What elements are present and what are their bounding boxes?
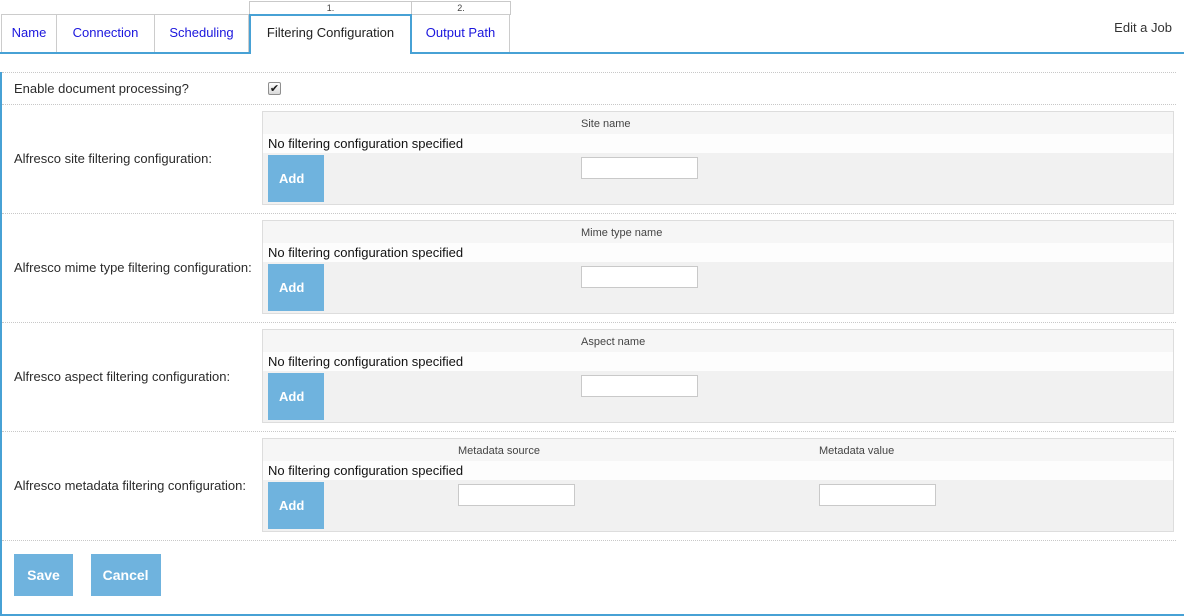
aspect-table-header: Aspect name	[263, 330, 1173, 352]
form-row-aspect-filtering: Alfresco aspect filtering configuration:…	[2, 323, 1176, 432]
form-actions: Save Cancel	[2, 541, 1176, 596]
site-filtering-label: Alfresco site filtering configuration:	[2, 151, 262, 166]
metadata-filtering-label: Alfresco metadata filtering configuratio…	[2, 478, 262, 493]
save-button[interactable]: Save	[14, 554, 73, 596]
form-row-enable-processing: Enable document processing? ✔	[2, 72, 1176, 105]
aspect-name-input[interactable]	[581, 375, 698, 397]
tab-strip: 1. 2. Name Connection Scheduling Filteri…	[0, 0, 1184, 54]
page-title: Edit a Job	[1114, 20, 1172, 35]
metadata-source-input[interactable]	[458, 484, 575, 506]
step-indicator-1: 1.	[249, 1, 412, 15]
tab-filtering-configuration[interactable]: Filtering Configuration	[249, 14, 412, 54]
metadata-add-row: Add	[263, 480, 1173, 531]
mime-type-add-row: Add	[263, 262, 1173, 313]
column-header-metadata-source: Metadata source	[458, 445, 540, 457]
site-name-input[interactable]	[581, 157, 698, 179]
site-empty-message: No filtering configuration specified	[263, 134, 1173, 153]
mime-type-empty-message: No filtering configuration specified	[263, 243, 1173, 262]
tab-connection[interactable]: Connection	[57, 14, 155, 52]
metadata-filtering-panel: Metadata source Metadata value No filter…	[262, 438, 1174, 532]
enable-processing-label: Enable document processing?	[2, 81, 262, 96]
aspect-filtering-label: Alfresco aspect filtering configuration:	[2, 369, 262, 384]
column-header-aspect-name: Aspect name	[581, 336, 645, 348]
tab-output-path[interactable]: Output Path	[412, 14, 510, 52]
site-filtering-panel: Site name No filtering configuration spe…	[262, 111, 1174, 205]
column-header-metadata-value: Metadata value	[819, 445, 894, 457]
mime-type-table-header: Mime type name	[263, 221, 1173, 243]
site-add-row: Add	[263, 153, 1173, 204]
metadata-empty-message: No filtering configuration specified	[263, 461, 1173, 480]
cancel-button[interactable]: Cancel	[91, 554, 161, 596]
column-header-mime-type-name: Mime type name	[581, 227, 662, 239]
metadata-table-header: Metadata source Metadata value	[263, 439, 1173, 461]
tab-bar: Name Connection Scheduling Filtering Con…	[1, 14, 510, 54]
aspect-empty-message: No filtering configuration specified	[263, 352, 1173, 371]
filtering-configuration-form: Enable document processing? ✔ Alfresco s…	[0, 72, 1184, 616]
site-table-header: Site name	[263, 112, 1173, 134]
add-site-filter-button[interactable]: Add	[268, 155, 324, 202]
column-header-site-name: Site name	[581, 118, 631, 130]
tab-scheduling[interactable]: Scheduling	[155, 14, 249, 52]
tab-name[interactable]: Name	[1, 14, 57, 52]
aspect-filtering-panel: Aspect name No filtering configuration s…	[262, 329, 1174, 423]
add-mime-type-filter-button[interactable]: Add	[268, 264, 324, 311]
add-metadata-filter-button[interactable]: Add	[268, 482, 324, 529]
add-aspect-filter-button[interactable]: Add	[268, 373, 324, 420]
form-row-mime-type-filtering: Alfresco mime type filtering configurati…	[2, 214, 1176, 323]
mime-type-filtering-label: Alfresco mime type filtering configurati…	[2, 260, 262, 275]
mime-type-name-input[interactable]	[581, 266, 698, 288]
aspect-add-row: Add	[263, 371, 1173, 422]
step-indicator-2: 2.	[411, 1, 511, 15]
enable-processing-checkbox[interactable]: ✔	[268, 82, 281, 95]
form-row-site-filtering: Alfresco site filtering configuration: S…	[2, 105, 1176, 214]
metadata-value-input[interactable]	[819, 484, 936, 506]
mime-type-filtering-panel: Mime type name No filtering configuratio…	[262, 220, 1174, 314]
form-row-metadata-filtering: Alfresco metadata filtering configuratio…	[2, 432, 1176, 541]
